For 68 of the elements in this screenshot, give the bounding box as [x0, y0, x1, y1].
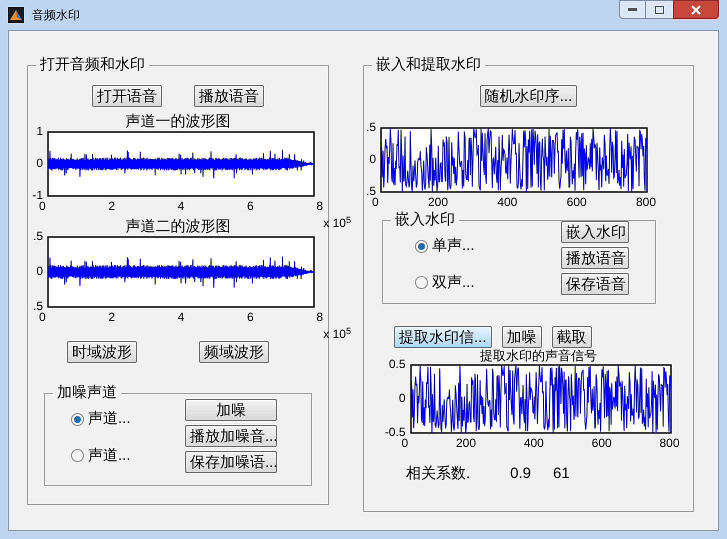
axis-tick-label: 2 [108, 200, 116, 212]
axis-tick-label: 4 [178, 311, 184, 323]
axis-exponent: x 10$^{5}$ [323, 214, 351, 232]
axis-tick-label: 0 [36, 157, 43, 169]
axis-tick-label: 0 [372, 196, 379, 208]
axis-tick-label: 8 [316, 200, 323, 212]
axis-tick-label: 2 [108, 311, 116, 323]
axis-tick-label: .5 [366, 121, 376, 133]
radio-button[interactable] [415, 276, 428, 290]
maximize-button[interactable] [646, 0, 673, 19]
axis-tick-label: 0.5 [388, 358, 406, 370]
push-button[interactable]: 播放加噪音... [185, 425, 277, 447]
axis-tick-label: 400 [497, 196, 518, 208]
correlation-label: 相关系数. [406, 464, 470, 484]
push-button[interactable]: 播放语音 [194, 85, 264, 107]
axis-tick-label: 0 [402, 437, 408, 449]
push-button[interactable]: 保存语音 [561, 273, 629, 295]
axis-tick-label: 0 [398, 392, 406, 404]
push-button[interactable]: 播放语音 [561, 247, 629, 269]
axis-tick-label: 800 [636, 196, 656, 208]
push-button[interactable]: 保存加噪语... [185, 451, 277, 473]
push-button[interactable]: 频域波形 [199, 341, 269, 363]
axis-tick-label: 6 [246, 311, 254, 323]
radio-button[interactable] [71, 412, 84, 426]
radio-label: 双声... [432, 272, 475, 292]
axis-tick-label: 600 [592, 437, 612, 449]
plot-title: 声道二的波形图 [126, 218, 230, 236]
radio-label: 声道... [88, 446, 131, 466]
axis-tick-label: 600 [566, 196, 587, 208]
correlation-value: 61 [553, 464, 570, 484]
correlation-value: 0.9 [510, 464, 532, 484]
axis-exponent: x 10$^{5}$ [323, 325, 351, 343]
radio-button[interactable] [415, 240, 428, 253]
axis-tick-label: .5 [32, 300, 43, 312]
plot-title: 声道一的波形图 [126, 113, 230, 131]
push-button[interactable]: 提取水印信... [394, 326, 492, 348]
axis-tick-label: 8 [316, 311, 323, 323]
axis-tick-label: 1 [36, 125, 43, 137]
window-title: 音频水印 [32, 7, 80, 24]
close-icon [691, 4, 701, 14]
axis-tick-label: 4 [178, 200, 184, 212]
axis-tick-label: 400 [524, 437, 544, 449]
radio-label: 声道... [88, 409, 131, 429]
axis-tick-label: 0 [39, 311, 46, 323]
axis-tick-label: .5 [366, 185, 376, 197]
push-button[interactable]: 截取 [552, 326, 592, 348]
axis-tick-label: 200 [456, 437, 476, 449]
close-button[interactable] [673, 0, 719, 19]
axis-tick-label: 0 [36, 265, 43, 277]
radio-button[interactable] [71, 449, 84, 462]
push-button[interactable]: 时域波形 [67, 341, 137, 363]
axis-tick-label: .5 [32, 230, 43, 242]
push-button[interactable]: 嵌入水印 [561, 221, 629, 243]
plot-title: 提取水印的声音信号 [480, 348, 597, 364]
axis-tick-label: 200 [428, 196, 448, 208]
radio-label: 单声... [432, 236, 475, 256]
app-icon [8, 7, 24, 23]
minimize-button[interactable] [619, 0, 646, 19]
push-button[interactable]: 加噪 [185, 399, 277, 421]
push-button[interactable]: 打开语音 [92, 85, 162, 107]
axis-tick-label: 0 [39, 200, 46, 212]
axis-tick-label: 800 [659, 437, 680, 449]
axis-tick-label: -0.5 [384, 426, 406, 438]
push-button[interactable]: 加噪 [502, 326, 542, 348]
axis-tick-label: 0 [369, 153, 376, 165]
axis-tick-label: -1 [32, 189, 43, 201]
axis-tick-label: 6 [246, 200, 254, 212]
push-button[interactable]: 随机水印序... [480, 85, 578, 107]
